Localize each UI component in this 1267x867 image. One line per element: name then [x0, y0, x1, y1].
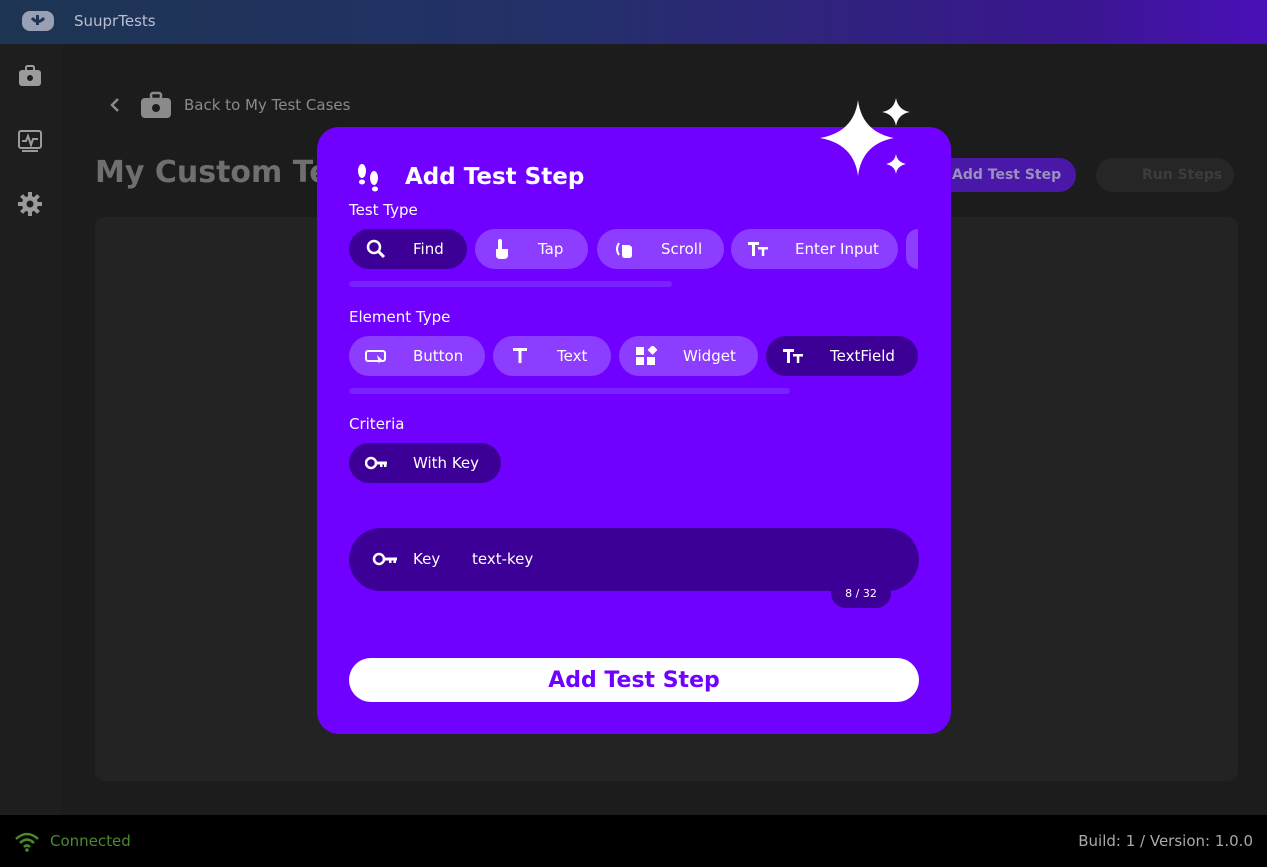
test-type-scrollbar[interactable]	[349, 281, 672, 287]
back-label: Back to My Test Cases	[184, 96, 351, 114]
key-input-value[interactable]: text-key	[472, 550, 533, 568]
criteria-label: Criteria	[349, 415, 405, 433]
sidebar-item-test-cases-icon[interactable]	[17, 64, 43, 90]
element-type-text-chip[interactable]: Text	[493, 336, 611, 376]
key-icon	[372, 552, 397, 566]
footsteps-icon	[358, 164, 378, 192]
sidebar-item-monitor-icon[interactable]	[17, 128, 43, 154]
test-type-find-chip[interactable]: Find	[349, 229, 467, 269]
chevron-left-icon	[110, 98, 119, 112]
status-bar	[0, 815, 1267, 867]
dialog-title: Add Test Step	[405, 164, 585, 190]
sidebar	[0, 44, 62, 815]
test-type-enter-input-chip[interactable]: Enter Input	[731, 229, 898, 269]
wifi-icon	[15, 832, 39, 852]
sparkle-icon	[820, 98, 910, 176]
button-icon	[365, 350, 386, 364]
run-steps-button[interactable]: Run Steps	[1096, 158, 1234, 192]
element-type-scrollbar[interactable]	[349, 388, 790, 394]
test-type-overflow-chip[interactable]	[906, 229, 918, 269]
element-type-widget-chip[interactable]: Widget	[619, 336, 758, 376]
test-type-tap-chip[interactable]: Tap	[475, 229, 588, 269]
test-case-icon	[141, 91, 171, 118]
sidebar-item-settings-icon[interactable]	[17, 191, 43, 217]
text-icon	[513, 348, 527, 363]
key-field-label: Key	[413, 550, 441, 568]
key-icon	[365, 456, 387, 470]
tap-icon	[496, 239, 508, 259]
connection-status: Connected	[50, 832, 131, 850]
text-format-icon	[748, 242, 768, 256]
element-type-button-chip[interactable]: Button	[349, 336, 485, 376]
app-logo-icon	[22, 11, 54, 31]
add-test-step-submit-button[interactable]: Add Test Step	[349, 658, 919, 702]
title-bar: SuuprTests	[0, 0, 1267, 44]
element-type-textfield-chip[interactable]: TextField	[766, 336, 918, 376]
element-type-label: Element Type	[349, 308, 451, 326]
scroll-icon	[616, 242, 632, 258]
test-type-label: Test Type	[349, 201, 418, 219]
test-type-scroll-chip[interactable]: Scroll	[597, 229, 724, 269]
build-version: Build: 1 / Version: 1.0.0	[1078, 832, 1253, 850]
criteria-with-key-chip[interactable]: With Key	[349, 443, 501, 483]
search-icon	[366, 239, 386, 259]
widget-icon	[636, 346, 657, 365]
app-title: SuuprTests	[74, 12, 156, 30]
character-counter: 8 / 32	[831, 578, 891, 608]
text-format-icon	[783, 349, 803, 363]
back-link[interactable]: Back to My Test Cases	[108, 90, 350, 120]
